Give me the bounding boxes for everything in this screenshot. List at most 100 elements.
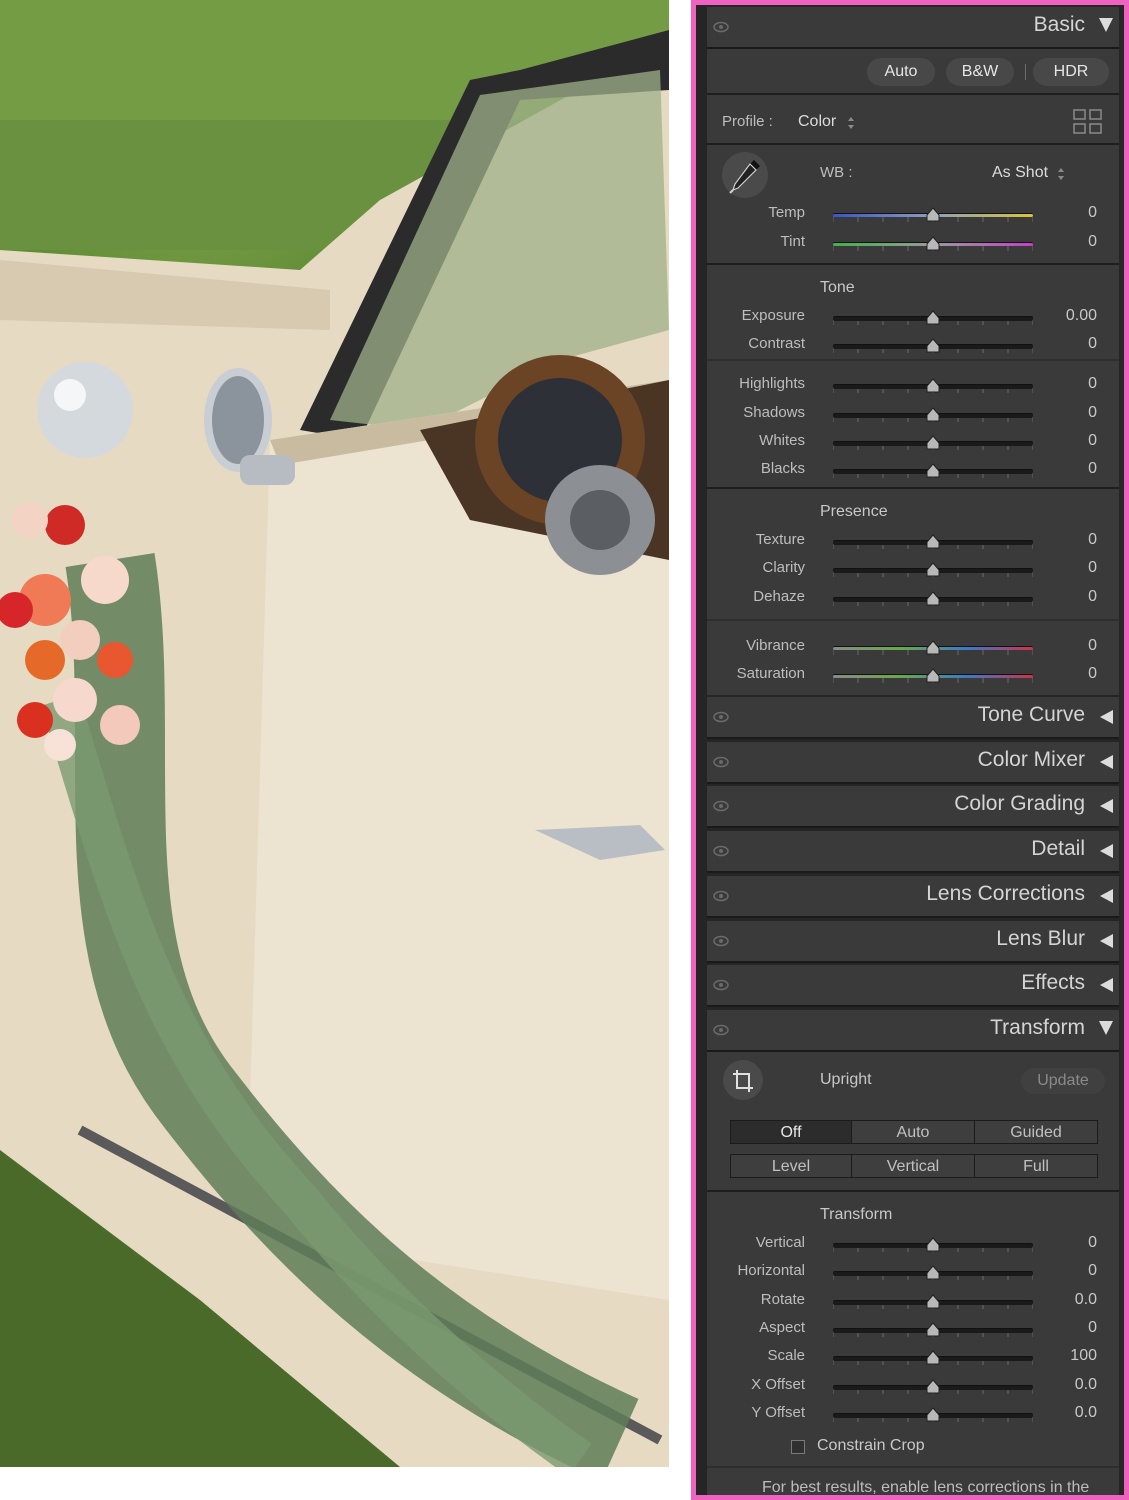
- x-offset-slider-thumb[interactable]: [925, 1378, 941, 1395]
- expand-triangle-icon[interactable]: [1100, 710, 1113, 724]
- exposure-value[interactable]: 0.00: [1027, 307, 1097, 325]
- upright-guided-button[interactable]: Guided: [974, 1120, 1098, 1144]
- x-offset-value[interactable]: 0.0: [1027, 1376, 1097, 1394]
- eye-icon[interactable]: [713, 798, 729, 814]
- lens-blur-panel-title: Lens Blur: [996, 926, 1085, 950]
- upright-full-button[interactable]: Full: [974, 1154, 1098, 1178]
- temp-value[interactable]: 0: [1027, 204, 1097, 222]
- eyedropper-icon[interactable]: [721, 151, 769, 199]
- tint-label: Tint: [780, 232, 805, 250]
- temp-slider-thumb[interactable]: [925, 207, 941, 223]
- contrast-value[interactable]: 0: [1027, 335, 1097, 353]
- lens-corrections-panel-title: Lens Corrections: [926, 881, 1085, 905]
- expand-triangle-icon[interactable]: [1100, 754, 1113, 769]
- slider-row-horizontal: Horizontal 0: [707, 1260, 1119, 1286]
- saturation-value[interactable]: 0: [1027, 665, 1097, 683]
- clarity-slider-thumb[interactable]: [925, 562, 941, 578]
- button-divider: [1025, 64, 1026, 80]
- color-mixer-panel-header[interactable]: Color Mixer: [707, 741, 1119, 784]
- horizontal-slider-thumb[interactable]: [925, 1265, 941, 1281]
- dehaze-value[interactable]: 0: [1027, 588, 1097, 606]
- exposure-slider-thumb[interactable]: [925, 310, 941, 326]
- rotate-slider-thumb[interactable]: [925, 1293, 941, 1310]
- highlights-value[interactable]: 0: [1027, 375, 1097, 393]
- shadows-value[interactable]: 0: [1027, 404, 1097, 422]
- blacks-value[interactable]: 0: [1027, 460, 1097, 478]
- scale-slider-thumb[interactable]: [925, 1350, 941, 1366]
- profile-browser-grid-icon[interactable]: [1073, 109, 1103, 135]
- vibrance-value[interactable]: 0: [1027, 637, 1097, 655]
- highlights-label: Highlights: [739, 375, 805, 393]
- upright-off-button[interactable]: Off: [730, 1120, 852, 1144]
- y-offset-slider-thumb[interactable]: [925, 1407, 941, 1423]
- slider-row-blacks: Blacks 0: [707, 458, 1119, 484]
- eye-icon[interactable]: [713, 709, 729, 725]
- horizontal-value[interactable]: 0: [1027, 1262, 1097, 1280]
- aspect-slider-thumb[interactable]: [925, 1322, 941, 1338]
- tone-curve-panel-header[interactable]: Tone Curve: [707, 697, 1119, 739]
- exposure-label: Exposure: [741, 307, 805, 324]
- tint-value[interactable]: 0: [1027, 233, 1097, 251]
- upright-auto-button[interactable]: Auto: [851, 1120, 975, 1144]
- constrain-crop-checkbox[interactable]: [791, 1440, 805, 1454]
- update-button[interactable]: Update: [1021, 1068, 1105, 1094]
- eye-icon[interactable]: [713, 1022, 729, 1038]
- updown-arrows-icon[interactable]: [847, 116, 855, 130]
- whites-slider-thumb[interactable]: [925, 435, 941, 451]
- hdr-button[interactable]: HDR: [1033, 58, 1109, 86]
- scale-label: Scale: [767, 1347, 805, 1365]
- transform-panel-header[interactable]: Transform: [707, 1010, 1119, 1052]
- vertical-value[interactable]: 0: [1027, 1234, 1097, 1252]
- expand-triangle-icon[interactable]: [1100, 888, 1113, 903]
- bw-button[interactable]: B&W: [946, 58, 1014, 86]
- rotate-value[interactable]: 0.0: [1027, 1291, 1097, 1309]
- basic-panel-header[interactable]: Basic: [707, 7, 1119, 49]
- expand-triangle-icon[interactable]: [1100, 978, 1113, 993]
- lens-blur-panel-header[interactable]: Lens Blur: [707, 920, 1119, 963]
- blacks-slider-thumb[interactable]: [925, 463, 941, 479]
- eye-icon[interactable]: [713, 843, 729, 859]
- scale-value[interactable]: 100: [1027, 1347, 1097, 1365]
- eye-icon[interactable]: [713, 19, 729, 35]
- effects-panel-header[interactable]: Effects: [707, 965, 1119, 1008]
- saturation-slider-thumb[interactable]: [925, 668, 941, 684]
- expand-triangle-icon[interactable]: [1100, 933, 1113, 948]
- tint-slider-thumb[interactable]: [925, 235, 941, 252]
- vibrance-slider-thumb[interactable]: [925, 639, 941, 656]
- dehaze-slider-thumb[interactable]: [925, 590, 941, 607]
- upright-crop-icon[interactable]: [722, 1059, 764, 1101]
- profile-label: Profile :: [722, 113, 773, 130]
- collapse-triangle-icon[interactable]: [1099, 18, 1113, 32]
- eye-icon[interactable]: [713, 888, 729, 904]
- shadows-slider-thumb[interactable]: [925, 406, 941, 423]
- slider-row-rotate: Rotate 0.0: [707, 1289, 1119, 1315]
- updown-arrows-icon[interactable]: [1057, 167, 1065, 181]
- texture-slider-thumb[interactable]: [925, 534, 941, 550]
- slider-row-tint: Tint 0: [707, 231, 1119, 257]
- eye-icon[interactable]: [713, 977, 729, 993]
- vertical-slider-thumb[interactable]: [925, 1237, 941, 1253]
- collapse-triangle-icon[interactable]: [1099, 1021, 1113, 1035]
- whites-value[interactable]: 0: [1027, 432, 1097, 450]
- aspect-value[interactable]: 0: [1027, 1319, 1097, 1337]
- clarity-value[interactable]: 0: [1027, 559, 1097, 577]
- color-grading-panel-header[interactable]: Color Grading: [707, 786, 1119, 829]
- detail-panel-header[interactable]: Detail: [707, 831, 1119, 874]
- auto-button[interactable]: Auto: [867, 58, 935, 86]
- profile-select[interactable]: Color: [798, 113, 836, 131]
- upright-level-button[interactable]: Level: [730, 1154, 852, 1178]
- contrast-slider-thumb[interactable]: [925, 338, 941, 354]
- texture-value[interactable]: 0: [1027, 531, 1097, 549]
- highlights-slider-thumb[interactable]: [925, 378, 941, 394]
- whites-label: Whites: [759, 431, 805, 449]
- expand-triangle-icon[interactable]: [1100, 844, 1113, 859]
- expand-triangle-icon[interactable]: [1100, 799, 1113, 814]
- lens-corrections-panel-header[interactable]: Lens Corrections: [707, 875, 1119, 918]
- presence-section: Presence Texture 0 Clarity 0 Dehaze 0 Vibrance…: [707, 489, 1119, 695]
- eye-icon[interactable]: [713, 933, 729, 949]
- develop-panel: Basic Auto B&W HDR Profile : Color WB: …: [691, 0, 1129, 1500]
- y-offset-value[interactable]: 0.0: [1027, 1404, 1097, 1422]
- wb-select[interactable]: As Shot: [992, 164, 1048, 182]
- upright-vertical-button[interactable]: Vertical: [851, 1154, 975, 1178]
- eye-icon[interactable]: [713, 754, 729, 770]
